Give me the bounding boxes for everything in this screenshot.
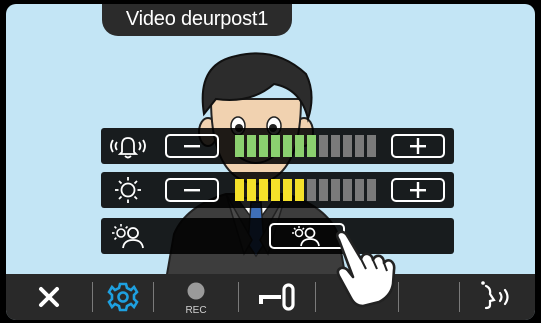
brightness-row: [101, 172, 454, 208]
level-segment: [331, 135, 340, 157]
bell-volume-icon: [110, 137, 146, 159]
level-segment: [283, 135, 292, 157]
gear-icon: [107, 282, 139, 312]
level-segment: [247, 135, 256, 157]
volume-plus-button[interactable]: [391, 134, 445, 158]
volume-minus-button[interactable]: [165, 134, 219, 158]
level-segment: [343, 179, 352, 201]
close-button[interactable]: [6, 274, 92, 320]
talk-button[interactable]: [460, 274, 535, 320]
level-segment: [367, 179, 376, 201]
volume-level-bar: [235, 135, 376, 157]
level-segment: [247, 179, 256, 201]
settings-button[interactable]: [93, 274, 153, 320]
intercom-device: Video deurpost1 REC: [0, 0, 541, 323]
bottom-toolbar: REC: [6, 274, 535, 320]
window-title: Video deurpost1: [102, 4, 292, 36]
sun-icon: [115, 177, 141, 203]
level-segment: [331, 179, 340, 201]
level-segment: [295, 179, 304, 201]
level-segment: [235, 179, 244, 201]
level-segment: [259, 179, 268, 201]
level-segment: [283, 179, 292, 201]
level-segment: [271, 179, 280, 201]
brightness-level-bar: [235, 179, 376, 201]
level-segment: [367, 135, 376, 157]
toolbar-empty-slot: [399, 274, 459, 320]
level-segment: [307, 179, 316, 201]
level-segment: [355, 179, 364, 201]
level-segment: [235, 135, 244, 157]
brightness-minus-button[interactable]: [165, 178, 219, 202]
level-segment: [319, 179, 328, 201]
unlock-button[interactable]: [239, 274, 315, 320]
level-segment: [355, 135, 364, 157]
level-segment: [307, 135, 316, 157]
record-label: REC: [185, 305, 207, 316]
backlight-person-icon: [112, 224, 144, 249]
record-button[interactable]: REC: [154, 274, 238, 320]
key-icon: [259, 283, 295, 311]
brightness-plus-button[interactable]: [391, 178, 445, 202]
talk-icon: [481, 281, 509, 310]
level-segment: [295, 135, 304, 157]
level-segment: [271, 135, 280, 157]
level-segment: [259, 135, 268, 157]
volume-row: [101, 128, 454, 164]
video-screen: Video deurpost1 REC: [6, 4, 535, 320]
level-segment: [319, 135, 328, 157]
level-segment: [343, 135, 352, 157]
close-icon: [39, 287, 59, 307]
pointing-hand-icon: [335, 230, 396, 308]
